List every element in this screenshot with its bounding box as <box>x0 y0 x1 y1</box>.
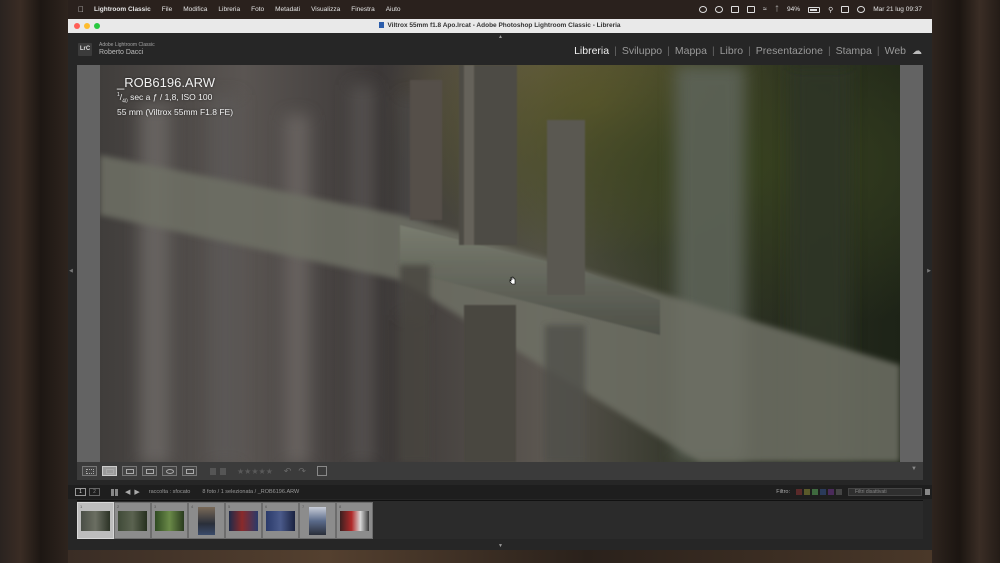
filter-none-swatch[interactable] <box>836 489 842 495</box>
menu-finestra[interactable]: Finestra <box>351 6 374 13</box>
filmstrip-thumb-2[interactable]: 2 <box>114 502 151 539</box>
rotate-left-icon[interactable]: ↶ <box>284 466 292 477</box>
airplay-icon[interactable] <box>747 6 755 13</box>
status-area: ≈ ᛏ 94% ⚲ Mar 21 lug 09:37 <box>699 6 922 14</box>
filter-red-swatch[interactable] <box>796 489 802 495</box>
creative-cloud-icon[interactable] <box>715 6 723 13</box>
control-center-icon[interactable] <box>841 6 850 13</box>
catalog-doc-icon <box>379 22 385 28</box>
secondary-window-button[interactable]: 2 <box>89 488 100 496</box>
title-bar[interactable]: Viltrox 55mm f1.8 Apo.lrcat - Adobe Phot… <box>68 19 932 33</box>
photo-info-overlay: _ROB6196.ARW 1/40 sec a ƒ / 1,8, ISO 100… <box>117 75 233 117</box>
module-libreria[interactable]: Libreria <box>574 45 609 57</box>
photo-count[interactable]: 8 foto / 1 selezionata / _ROB6196.ARW <box>202 489 299 495</box>
lightroom-window: Viltrox 55mm f1.8 Apo.lrcat - Adobe Phot… <box>68 19 932 550</box>
window-title: Viltrox 55mm f1.8 Apo.lrcat - Adobe Phot… <box>68 19 932 33</box>
collection-source[interactable]: raccolta : sfocato <box>149 489 191 495</box>
photo-fence-render <box>100 65 900 462</box>
product-name: Adobe Lightroom Classic <box>99 42 155 48</box>
filmstrip-thumb-5[interactable]: 5 <box>225 502 262 539</box>
menu-visualizza[interactable]: Visualizza <box>311 6 340 13</box>
photo-exposure: 1/40 sec a ƒ / 1,8, ISO 100 <box>117 92 213 105</box>
module-stampa[interactable]: Stampa <box>836 45 872 57</box>
desktop-wallpaper-bottom <box>68 550 932 563</box>
rotate-right-icon[interactable]: ↷ <box>298 466 306 477</box>
menu-aiuto[interactable]: Aiuto <box>386 6 401 13</box>
library-toolbar: ★★★★★ ↶ ↷ ▼ <box>77 462 923 480</box>
loupe-view[interactable]: _ROB6196.ARW 1/40 sec a ƒ / 1,8, ISO 100… <box>77 65 923 462</box>
spotlight-icon[interactable]: ⚲ <box>828 6 833 14</box>
desktop-wallpaper-right <box>932 0 1000 563</box>
record-icon[interactable] <box>699 6 707 13</box>
menu-clock[interactable]: Mar 21 lug 09:37 <box>873 6 922 13</box>
slideshow-button[interactable] <box>182 466 197 476</box>
lrc-logo: LrC <box>78 43 92 56</box>
bluetooth-icon[interactable]: ᛏ <box>775 6 779 13</box>
module-picker: Libreria | Sviluppo | Mappa | Libro | Pr… <box>574 45 922 57</box>
filmstrip: 1 2 3 4 5 6 7 8 <box>77 500 923 539</box>
filmstrip-header: 1 2 ◀ ▶ raccolta : sfocato 8 foto / 1 se… <box>68 485 932 499</box>
apple-icon[interactable]:  <box>78 5 84 14</box>
grid-icon[interactable] <box>111 488 118 496</box>
flag-controls <box>210 467 226 475</box>
main-photo[interactable]: _ROB6196.ARW 1/40 sec a ƒ / 1,8, ISO 100… <box>100 65 900 462</box>
filter-green-swatch[interactable] <box>812 489 818 495</box>
flag-reject-icon[interactable] <box>220 467 226 475</box>
user-name: Roberto Dacci <box>99 49 144 56</box>
compare-view-button[interactable] <box>122 466 137 476</box>
filter-label: Filtro: <box>776 489 790 495</box>
module-libro[interactable]: Libro <box>720 45 743 57</box>
wifi-icon[interactable]: ≈ <box>763 6 767 13</box>
filter-blue-swatch[interactable] <box>820 489 826 495</box>
module-presentazione[interactable]: Presentazione <box>756 45 823 57</box>
menu-app[interactable]: Lightroom Classic <box>94 6 151 13</box>
back-arrow-icon[interactable]: ◀ <box>125 488 130 496</box>
photo-filename: _ROB6196.ARW <box>117 75 216 90</box>
identity-plate: Adobe Lightroom Classic Roberto Dacci <box>99 42 155 56</box>
toolbar-options-icon[interactable]: ▼ <box>911 466 917 472</box>
module-sviluppo[interactable]: Sviluppo <box>622 45 662 57</box>
filmstrip-thumb-8[interactable]: 8 <box>336 502 373 539</box>
flag-pick-icon[interactable] <box>210 467 216 475</box>
loupe-view-button[interactable] <box>102 466 117 476</box>
menu-bar:  Lightroom Classic File Modifica Librer… <box>68 0 932 19</box>
battery-icon[interactable] <box>808 6 821 13</box>
siri-icon[interactable] <box>857 6 866 13</box>
menu-metadati[interactable]: Metadati <box>275 6 300 13</box>
filter-lock-icon[interactable] <box>925 489 930 495</box>
filter-purple-swatch[interactable] <box>828 489 834 495</box>
filmstrip-thumb-4[interactable]: 4 <box>188 502 225 539</box>
hand-cursor-icon <box>509 276 516 285</box>
crop-overlay-icon[interactable] <box>316 466 327 476</box>
filter-yellow-swatch[interactable] <box>804 489 810 495</box>
battery-percent: 94% <box>787 6 801 13</box>
photo-lens: 55 mm (Viltrox 55mm F1.8 FE) <box>117 106 234 117</box>
filmstrip-thumb-7[interactable]: 7 <box>299 502 336 539</box>
module-mappa[interactable]: Mappa <box>675 45 707 57</box>
primary-window-button[interactable]: 1 <box>75 488 86 496</box>
filmstrip-thumb-6[interactable]: 6 <box>262 502 299 539</box>
menu-modifica[interactable]: Modifica <box>183 6 207 13</box>
identity-plate-header: LrC Adobe Lightroom Classic Roberto Dacc… <box>68 39 932 65</box>
forward-arrow-icon[interactable]: ▶ <box>134 488 139 496</box>
survey-view-button[interactable] <box>142 466 157 476</box>
right-panel-toggle-icon[interactable]: ▶ <box>927 268 931 274</box>
filter-dropdown[interactable]: Filtri disattivati <box>848 488 922 496</box>
menu-foto[interactable]: Foto <box>251 6 264 13</box>
bottom-panel-toggle-icon[interactable]: ▼ <box>498 543 503 549</box>
filmstrip-thumb-3[interactable]: 3 <box>151 502 188 539</box>
grid-view-button[interactable] <box>82 466 97 476</box>
star-rating[interactable]: ★★★★★ <box>237 467 273 476</box>
menu-file[interactable]: File <box>162 6 172 13</box>
people-view-button[interactable] <box>162 466 177 476</box>
filter-swatches <box>796 489 842 495</box>
filmstrip-thumb-1[interactable]: 1 <box>77 502 114 539</box>
module-web[interactable]: Web <box>885 45 906 57</box>
menu-libreria[interactable]: Libreria <box>218 6 240 13</box>
display-icon[interactable] <box>731 6 739 13</box>
desktop-wallpaper-left <box>0 0 68 563</box>
left-panel-toggle-icon[interactable]: ◀ <box>69 268 73 274</box>
cloud-sync-icon[interactable]: ☁ <box>912 46 922 57</box>
